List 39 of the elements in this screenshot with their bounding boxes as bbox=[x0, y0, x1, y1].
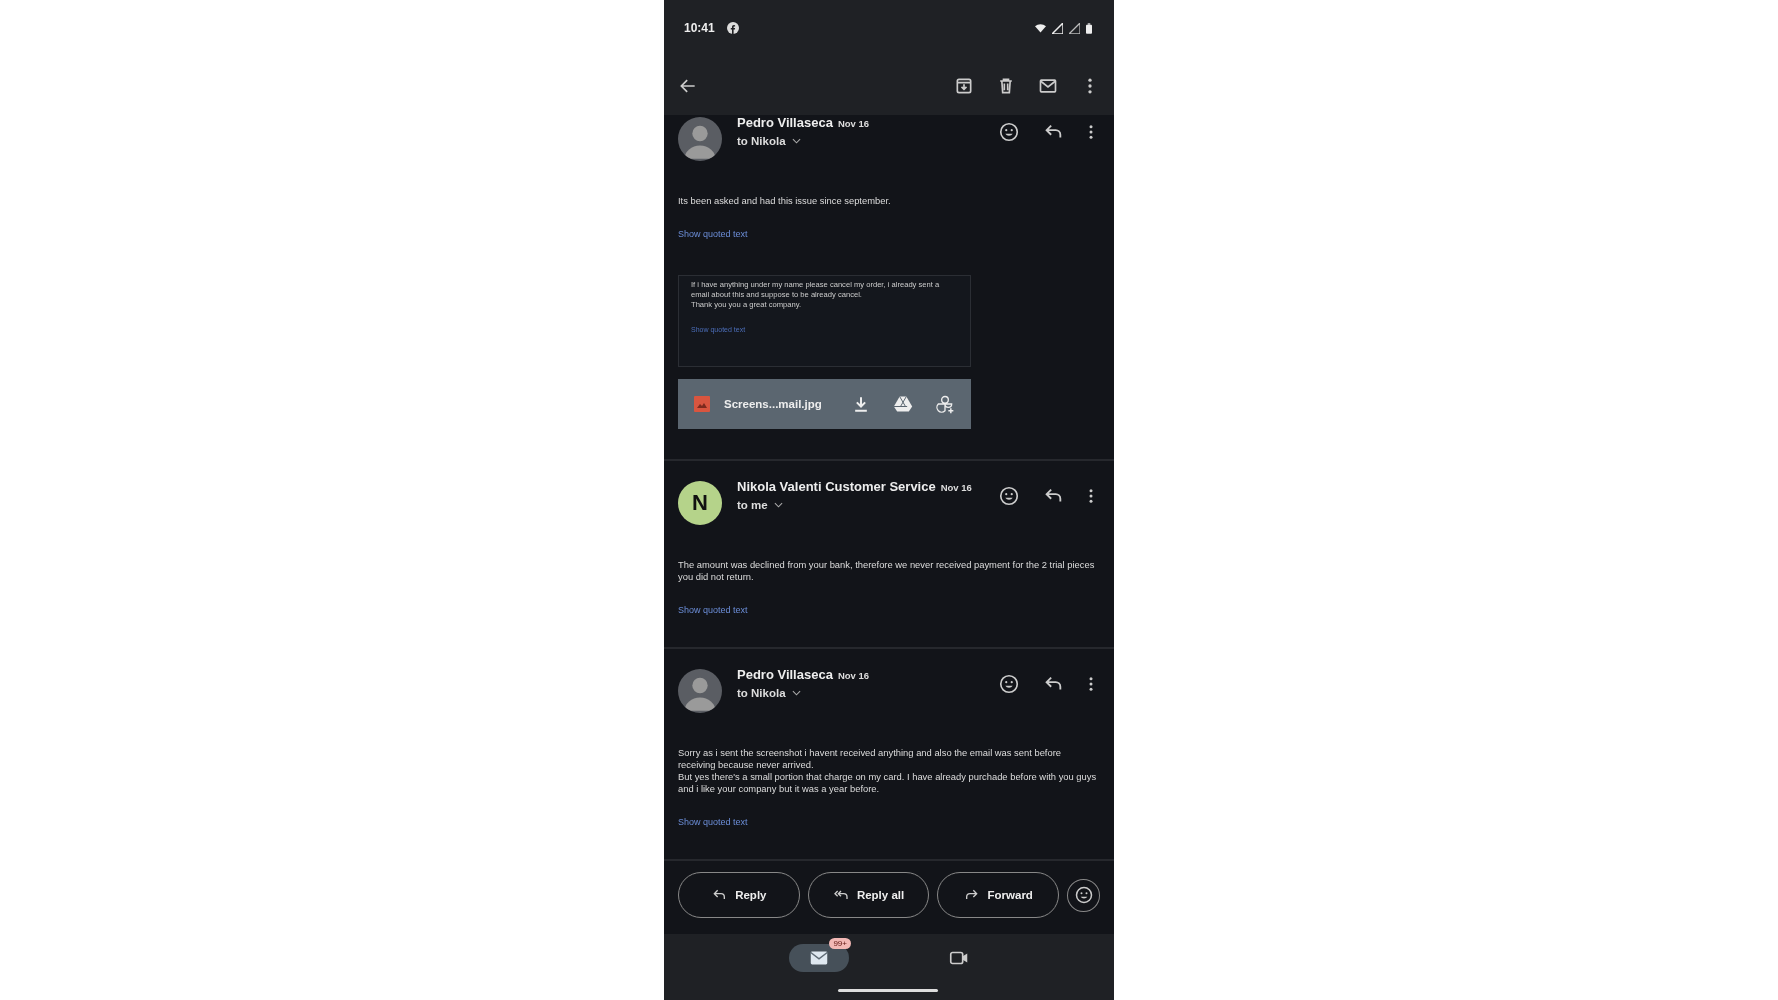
message-text: The amount was declined from your bank, therefore we never received payment for the 2 trial pieces you did not return. bbox=[678, 559, 1096, 583]
message-date: Nov 16 bbox=[837, 118, 870, 129]
message-text: But yes there's a small portion that charge on my card. I have already purchade before with you guys and i like your company but it was a year before. bbox=[678, 771, 1098, 795]
chevron-down-icon[interactable] bbox=[791, 138, 801, 144]
emoji-button[interactable] bbox=[1067, 878, 1100, 912]
add-to-photos-icon[interactable] bbox=[935, 394, 955, 414]
unread-count-badge: 99+ bbox=[829, 938, 851, 949]
show-quoted-link[interactable]: Show quoted text bbox=[678, 817, 748, 827]
mail-tab[interactable] bbox=[789, 944, 849, 972]
avatar-silhouette bbox=[678, 117, 722, 161]
sender-name: Pedro Villaseca bbox=[737, 115, 833, 130]
emoji-icon bbox=[1073, 885, 1094, 905]
signal-icon bbox=[1052, 22, 1063, 34]
app-notification-icon bbox=[726, 22, 739, 34]
sender-name: Pedro Villaseca bbox=[737, 667, 833, 682]
emoji-icon[interactable] bbox=[998, 121, 1020, 143]
emoji-icon[interactable] bbox=[998, 485, 1020, 507]
wifi-icon bbox=[1035, 22, 1046, 34]
recipient-label: to me bbox=[737, 499, 768, 511]
battery-icon bbox=[1086, 22, 1092, 34]
signal-icon bbox=[1069, 22, 1080, 34]
chevron-down-icon[interactable] bbox=[791, 690, 801, 696]
image-file-icon bbox=[694, 396, 710, 412]
sender-name: Nikola Valenti Customer Service bbox=[737, 479, 936, 494]
show-quoted-link[interactable]: Show quoted text bbox=[678, 229, 748, 239]
status-time: 10:41 bbox=[684, 21, 715, 35]
message-text: Sorry as i sent the screenshot i havent received anything and also the email was sent before receiving because never arrived. bbox=[678, 747, 1063, 771]
attachment-filename: Screens...mail.jpg bbox=[724, 398, 823, 410]
triangle-logo-icon[interactable] bbox=[893, 394, 913, 414]
emoji-icon[interactable] bbox=[998, 673, 1020, 695]
recipient-label: to Nikola bbox=[737, 135, 786, 147]
show-quoted-link[interactable]: Show quoted text bbox=[678, 605, 748, 615]
avatar-silhouette bbox=[678, 669, 722, 713]
message-text: Its been asked and had this issue since september. bbox=[678, 195, 892, 207]
chevron-down-icon[interactable] bbox=[773, 502, 783, 508]
avatar: N bbox=[678, 481, 722, 525]
recipient-label: to Nikola bbox=[737, 687, 786, 699]
message-date: Nov 16 bbox=[837, 670, 870, 681]
message-date: Nov 16 bbox=[940, 482, 972, 493]
